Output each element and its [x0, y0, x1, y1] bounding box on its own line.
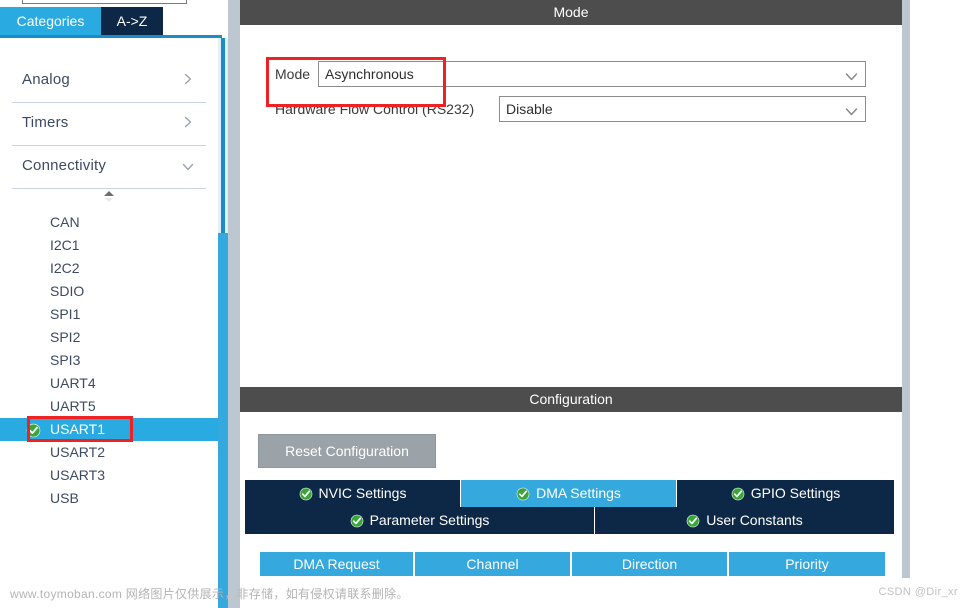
- usart1-annotation-highlight: [27, 416, 133, 442]
- watermark-left: www.toymoban.com 网络图片仅供展示，非存储，如有侵权请联系删除。: [10, 587, 409, 601]
- configuration-panel: Configuration Reset Configuration NVIC S…: [240, 387, 902, 578]
- search-input[interactable]: [23, 0, 186, 3]
- hardware-flow-control-row: Hardware Flow Control (RS232) Disable: [240, 94, 902, 124]
- chevron-down-icon: [182, 161, 194, 173]
- check-circle-icon: [686, 510, 700, 528]
- peripheral-sidebar: Categories A->Z Analog Timers Connectivi…: [0, 0, 228, 578]
- sidebar-scrollbar-rail: [221, 38, 225, 233]
- sidebar-item-label: SPI2: [50, 329, 81, 345]
- reset-configuration-button[interactable]: Reset Configuration: [258, 434, 436, 468]
- sidebar-item-label: USB: [50, 490, 79, 506]
- sidebar-item-label: I2C2: [50, 260, 80, 276]
- sidebar-scrollbar-thumb[interactable]: [218, 233, 228, 578]
- hardware-flow-control-label: Hardware Flow Control (RS232): [275, 101, 475, 117]
- sidebar-item-spi1[interactable]: SPI1: [0, 303, 218, 326]
- sidebar-item-usart3[interactable]: USART3: [0, 464, 218, 487]
- sidebar-item-label: SDIO: [50, 283, 85, 299]
- sidebar-gutter: [228, 0, 240, 578]
- configuration-tabrow-2: Parameter Settings User Constants: [245, 507, 895, 534]
- sidebar-item-usart2[interactable]: USART2: [0, 441, 218, 464]
- hardware-flow-control-dropdown[interactable]: Disable: [499, 96, 866, 122]
- sidebar-item-label: CAN: [50, 214, 80, 230]
- sidebar-item-i2c1[interactable]: I2C1: [0, 234, 218, 257]
- sidebar-item-sdio[interactable]: SDIO: [0, 280, 218, 303]
- hardware-flow-control-value: Disable: [506, 101, 553, 117]
- sidebar-item-label: UART5: [50, 398, 96, 414]
- sidebar-category-timers[interactable]: Timers: [12, 103, 206, 146]
- search-box[interactable]: [22, 0, 187, 4]
- mode-panel-header: Mode: [240, 0, 902, 25]
- sidebar-item-label: USART2: [50, 444, 105, 460]
- sidebar-scroll-area: Analog Timers Connectivity CAN I2C1 I2C2…: [0, 38, 218, 578]
- sidebar-item-label: USART3: [50, 467, 105, 483]
- sidebar-item-label: UART4: [50, 375, 96, 391]
- sidebar-item-can[interactable]: CAN: [0, 211, 218, 234]
- sidebar-category-label: Connectivity: [22, 157, 107, 174]
- check-circle-icon: [516, 483, 530, 501]
- check-circle-icon: [299, 483, 313, 501]
- sidebar-item-label: SPI1: [50, 306, 81, 322]
- sidebar-item-i2c2[interactable]: I2C2: [0, 257, 218, 280]
- tab-label: User Constants: [706, 512, 803, 528]
- chevron-down-icon: [845, 69, 858, 81]
- mode-panel-body: Mode Asynchronous Hardware Flow Control …: [240, 25, 902, 378]
- sidebar-category-connectivity[interactable]: Connectivity: [12, 146, 206, 189]
- tab-a-to-z[interactable]: A->Z: [101, 7, 163, 35]
- check-circle-icon: [731, 483, 745, 501]
- mode-label: Mode: [275, 66, 311, 82]
- mode-row: Mode Asynchronous: [240, 59, 902, 89]
- sidebar-category-analog[interactable]: Analog: [12, 60, 206, 103]
- sidebar-category-label: Timers: [22, 114, 69, 131]
- mode-dropdown-value: Asynchronous: [325, 66, 414, 82]
- check-circle-icon: [350, 510, 364, 528]
- sidebar-tabbar: Categories A->Z: [0, 7, 218, 35]
- main-pane-gutter: [902, 0, 910, 578]
- right-margin: P: [910, 0, 970, 578]
- mode-panel: Mode Mode Asynchronous Hardware Flow Con…: [240, 0, 902, 378]
- configuration-tabrow-1: NVIC Settings DMA Settings GPIO Settings: [245, 480, 895, 507]
- tab-label: GPIO Settings: [750, 485, 841, 501]
- chevron-right-icon: [182, 116, 194, 128]
- tab-dma-settings[interactable]: DMA Settings: [461, 480, 677, 507]
- footer-watermark-bar: www.toymoban.com 网络图片仅供展示，非存储，如有侵权请联系删除。…: [0, 578, 970, 608]
- mode-dropdown[interactable]: Asynchronous: [318, 61, 866, 87]
- tab-nvic-settings[interactable]: NVIC Settings: [245, 480, 461, 507]
- tab-parameter-settings[interactable]: Parameter Settings: [245, 507, 595, 534]
- sidebar-item-label: I2C1: [50, 237, 80, 253]
- watermark-right: CSDN @Dir_xr: [878, 586, 958, 598]
- sidebar-item-uart4[interactable]: UART4: [0, 372, 218, 395]
- dma-column-header-dma-request[interactable]: DMA Request: [260, 552, 415, 576]
- dma-column-header-channel[interactable]: Channel: [415, 552, 572, 576]
- sidebar-item-uart5[interactable]: UART5: [0, 395, 218, 418]
- tab-user-constants[interactable]: User Constants: [595, 507, 895, 534]
- tab-label: NVIC Settings: [318, 485, 407, 501]
- sidebar-category-label: Analog: [22, 71, 70, 88]
- cubemx-window: Categories A->Z Analog Timers Connectivi…: [0, 0, 970, 608]
- dma-column-header-priority[interactable]: Priority: [729, 552, 885, 576]
- sidebar-item-spi3[interactable]: SPI3: [0, 349, 218, 372]
- sidebar-item-usb[interactable]: USB: [0, 487, 218, 510]
- tab-categories[interactable]: Categories: [0, 7, 101, 35]
- peripheral-list: CAN I2C1 I2C2 SDIO SPI1 SPI2 SPI3 UART4 UART5 USA…: [0, 211, 218, 510]
- scroll-up-icon[interactable]: [0, 189, 218, 207]
- configuration-panel-header: Configuration: [240, 387, 902, 412]
- tab-label: Parameter Settings: [369, 512, 490, 528]
- chevron-right-icon: [182, 73, 194, 85]
- dma-request-table: DMA Request Channel Direction Priority: [260, 552, 885, 576]
- tab-label: DMA Settings: [536, 485, 621, 501]
- sidebar-item-spi2[interactable]: SPI2: [0, 326, 218, 349]
- dma-column-header-direction[interactable]: Direction: [572, 552, 729, 576]
- sidebar-item-label: SPI3: [50, 352, 81, 368]
- configuration-panel-body: Reset Configuration NVIC Settings DMA Set…: [240, 412, 902, 578]
- sidebar-item-usart1[interactable]: USART1: [0, 416, 218, 442]
- chevron-down-icon: [845, 104, 858, 116]
- configuration-pane: Mode Mode Asynchronous Hardware Flow Con…: [240, 0, 910, 578]
- tab-gpio-settings[interactable]: GPIO Settings: [677, 480, 895, 507]
